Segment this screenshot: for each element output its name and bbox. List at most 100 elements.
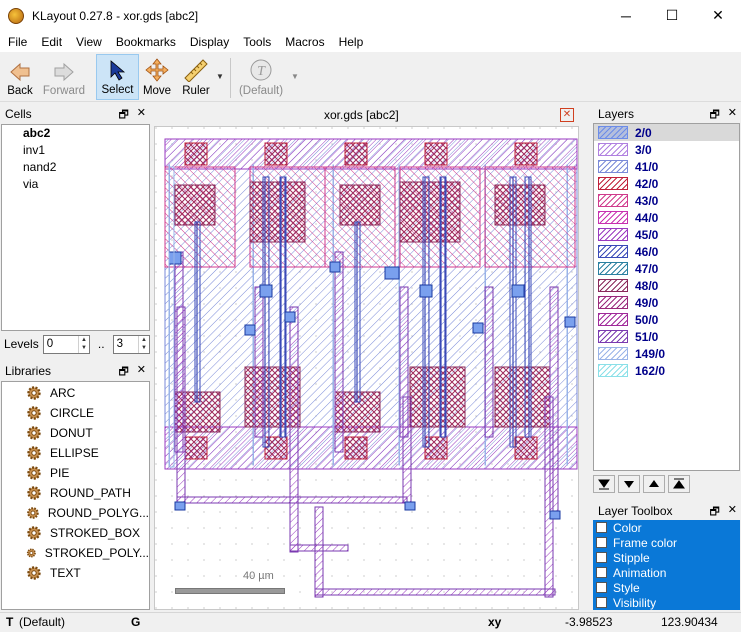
expand-checkbox[interactable] [596, 567, 607, 578]
toolbox-item[interactable]: Style [593, 580, 740, 595]
arrow-down-icon [624, 481, 634, 488]
layer-row[interactable]: 46/0 [594, 243, 739, 260]
levels-row: Levels 0 ▲ ▼ .. 3 ▲ ▼ [0, 332, 150, 356]
library-item[interactable]: TEXT [2, 563, 149, 583]
menu-view[interactable]: View [68, 35, 108, 49]
via [404, 501, 416, 511]
library-item[interactable]: STROKED_POLY... [2, 543, 149, 563]
toolbox-item[interactable]: Color [593, 520, 740, 535]
menu-edit[interactable]: Edit [33, 35, 68, 49]
expand-checkbox[interactable] [596, 597, 607, 608]
layout-canvas[interactable]: 40 µm [154, 126, 579, 610]
close-window-button[interactable]: ✕ [695, 0, 741, 31]
expand-checkbox[interactable] [596, 582, 607, 593]
close-dock-icon[interactable]: ✕ [137, 106, 146, 125]
layer-row[interactable]: 48/0 [594, 277, 739, 294]
move-down-button[interactable] [618, 475, 640, 493]
minimize-button[interactable]: ─ [603, 0, 649, 31]
library-item[interactable]: PIE [2, 463, 149, 483]
layer-row[interactable]: 45/0 [594, 226, 739, 243]
layer-swatch [598, 347, 628, 360]
move-tool-button[interactable]: Move [141, 54, 173, 100]
expand-checkbox[interactable] [596, 552, 607, 563]
back-button[interactable]: Back [4, 54, 36, 100]
move-up-button[interactable] [643, 475, 665, 493]
move-bottom-button[interactable] [593, 475, 615, 493]
levels-to-spinbox[interactable]: 3 ▲ ▼ [112, 334, 150, 354]
select-label: Select [101, 84, 134, 96]
layer-row[interactable]: 3/0 [594, 141, 739, 158]
toolbox-label: Animation [613, 565, 667, 580]
levels-from-spinbox[interactable]: 0 ▲ ▼ [42, 334, 90, 354]
expand-checkbox[interactable] [596, 522, 607, 533]
layer-swatch [598, 194, 628, 207]
ruler-tool-button[interactable]: Ruler [180, 54, 212, 100]
via [168, 251, 182, 265]
default-text-button[interactable]: T (Default) [236, 54, 286, 100]
library-item[interactable]: DONUT [2, 423, 149, 443]
layer-row[interactable]: 50/0 [594, 311, 739, 328]
menu-macros[interactable]: Macros [277, 35, 330, 49]
cell-item-inv1[interactable]: inv1 [2, 142, 149, 159]
layout-drawing[interactable] [155, 127, 579, 610]
toolbox-item[interactable]: Frame color [593, 535, 740, 550]
top-contact [344, 142, 368, 166]
maximize-button[interactable]: ☐ [649, 0, 695, 31]
cell-item-nand2[interactable]: nand2 [2, 159, 149, 176]
scale-bar [175, 588, 285, 594]
layer-row[interactable]: 43/0 [594, 192, 739, 209]
float-icon[interactable]: 🗗 [118, 363, 128, 382]
library-item[interactable]: ROUND_PATH [2, 483, 149, 503]
layer-row[interactable]: 162/0 [594, 362, 739, 379]
via [564, 316, 576, 328]
spin-arrows-icon[interactable]: ▲ ▼ [138, 335, 149, 353]
menu-help[interactable]: Help [331, 35, 370, 49]
layer-row[interactable]: 44/0 [594, 209, 739, 226]
scale-bar-label: 40 µm [243, 570, 274, 582]
close-document-icon[interactable]: ✕ [560, 108, 574, 122]
cell-item-abc2[interactable]: abc2 [2, 125, 149, 142]
back-arrow-icon [10, 62, 30, 82]
layer-swatch [598, 364, 628, 377]
layer-row[interactable]: 51/0 [594, 328, 739, 345]
layer-swatch [598, 177, 628, 190]
libraries-dock-header: Libraries 🗗 ✕ [0, 362, 150, 380]
cells-dock-header: Cells 🗗 ✕ [0, 105, 150, 123]
move-top-button[interactable] [668, 475, 690, 493]
layer-row[interactable]: 49/0 [594, 294, 739, 311]
cell-item-via[interactable]: via [2, 176, 149, 193]
toolbox-item[interactable]: Stipple [593, 550, 740, 565]
toolbox-item[interactable]: Animation [593, 565, 740, 580]
via [511, 284, 525, 298]
expand-checkbox[interactable] [596, 537, 607, 548]
close-dock-icon[interactable]: ✕ [137, 363, 146, 382]
toolbox-item[interactable]: Visibility [593, 595, 740, 610]
menu-tools[interactable]: Tools [235, 35, 277, 49]
forward-button[interactable]: Forward [42, 54, 86, 100]
layer-row[interactable]: 47/0 [594, 260, 739, 277]
layer-row[interactable]: 42/0 [594, 175, 739, 192]
default-dropdown-arrow-icon[interactable]: ▼ [291, 72, 299, 81]
ruler-dropdown-arrow-icon[interactable]: ▼ [216, 72, 224, 81]
text-t-icon: T [250, 59, 272, 81]
via [284, 311, 296, 323]
layers-list: 2/0 3/0 41/0 42/0 43/0 44/0 45/0 46/0 47/0 48/0 49… [593, 123, 740, 471]
forward-arrow-icon [54, 62, 74, 82]
float-icon[interactable]: 🗗 [118, 106, 128, 125]
layer-row[interactable]: 41/0 [594, 158, 739, 175]
library-item[interactable]: ROUND_POLYG... [2, 503, 149, 523]
library-item[interactable]: ARC [2, 383, 149, 403]
spin-arrows-icon[interactable]: ▲ ▼ [77, 335, 89, 353]
layer-row[interactable]: 2/0 [594, 124, 739, 141]
layer-swatch [598, 160, 628, 173]
library-item[interactable]: ELLIPSE [2, 443, 149, 463]
library-item[interactable]: CIRCLE [2, 403, 149, 423]
menu-bookmarks[interactable]: Bookmarks [108, 35, 182, 49]
menu-display[interactable]: Display [182, 35, 235, 49]
document-tab[interactable]: xor.gds [abc2] ✕ [154, 104, 579, 126]
library-item[interactable]: STROKED_BOX [2, 523, 149, 543]
select-tool-button[interactable]: Select [96, 54, 139, 100]
menu-file[interactable]: File [0, 35, 33, 49]
libraries-tree: ARC CIRCLE DONUT ELLIPSE PIE ROUND_PATH ROUND_… [1, 381, 150, 610]
layer-row[interactable]: 149/0 [594, 345, 739, 362]
